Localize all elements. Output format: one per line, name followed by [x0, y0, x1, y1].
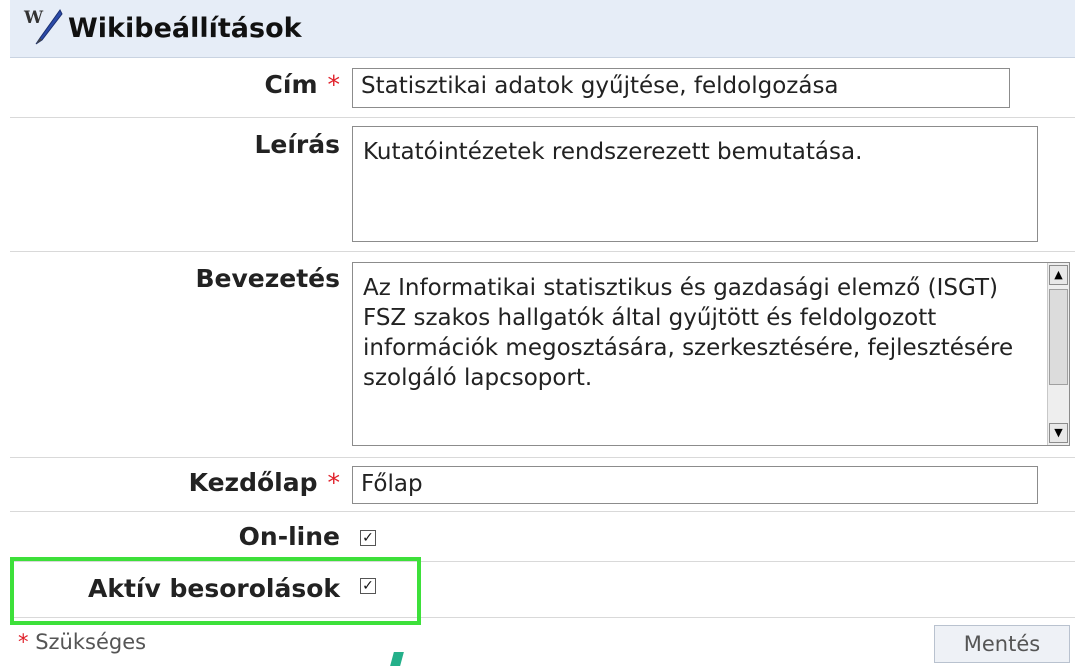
intro-label: Bevezetés: [195, 264, 340, 293]
homepage-label: Kezdőlap *: [188, 468, 341, 497]
description-row: Leírás Kutatóintézetek rendszerezett bem…: [10, 118, 1075, 252]
active-checkbox[interactable]: ✓: [360, 578, 376, 594]
online-row: On-line ✓: [10, 512, 1075, 562]
active-label: Aktív besorolások: [87, 574, 340, 603]
required-mark: *: [327, 468, 341, 497]
homepage-row: Kezdőlap * Főlap: [10, 458, 1075, 512]
title-label: Cím *: [264, 70, 341, 99]
title-input[interactable]: Statisztikai adatok gyűjtése, feldolgozá…: [352, 68, 1010, 108]
title-row: Cím * Statisztikai adatok gyűjtése, feldo…: [10, 58, 1075, 118]
panel-header: W Wikibeállítások: [10, 0, 1075, 58]
active-row: Aktív besorolások ✓: [10, 562, 1075, 618]
intro-row: Bevezetés Az Informatikai statisztikus é…: [10, 252, 1075, 458]
required-note: * Szükséges: [18, 630, 147, 654]
scroll-thumb[interactable]: [1049, 289, 1068, 385]
online-checkbox[interactable]: ✓: [360, 530, 376, 546]
save-button[interactable]: Mentés: [934, 625, 1070, 663]
scroll-down-icon[interactable]: ▼: [1049, 423, 1068, 443]
intro-textarea[interactable]: Az Informatikai statisztikus és gazdaság…: [352, 262, 1070, 446]
intro-scrollbar[interactable]: ▲ ▼: [1047, 263, 1069, 445]
required-mark: *: [327, 70, 341, 99]
form-footer: * Szükséges Mentés: [10, 618, 1075, 666]
online-label: On-line: [238, 522, 340, 551]
intro-text: Az Informatikai statisztikus és gazdaság…: [363, 275, 1014, 391]
wiki-settings-panel: W Wikibeállítások Cím * Statisztikai adat…: [10, 0, 1075, 666]
page-title: Wikibeállítások: [68, 13, 302, 44]
description-label: Leírás: [254, 130, 340, 159]
wiki-pen-icon: W: [10, 0, 72, 58]
description-textarea[interactable]: Kutatóintézetek rendszerezett bemutatása…: [352, 126, 1038, 242]
scroll-up-icon[interactable]: ▲: [1049, 265, 1068, 285]
homepage-input[interactable]: Főlap: [352, 466, 1038, 504]
